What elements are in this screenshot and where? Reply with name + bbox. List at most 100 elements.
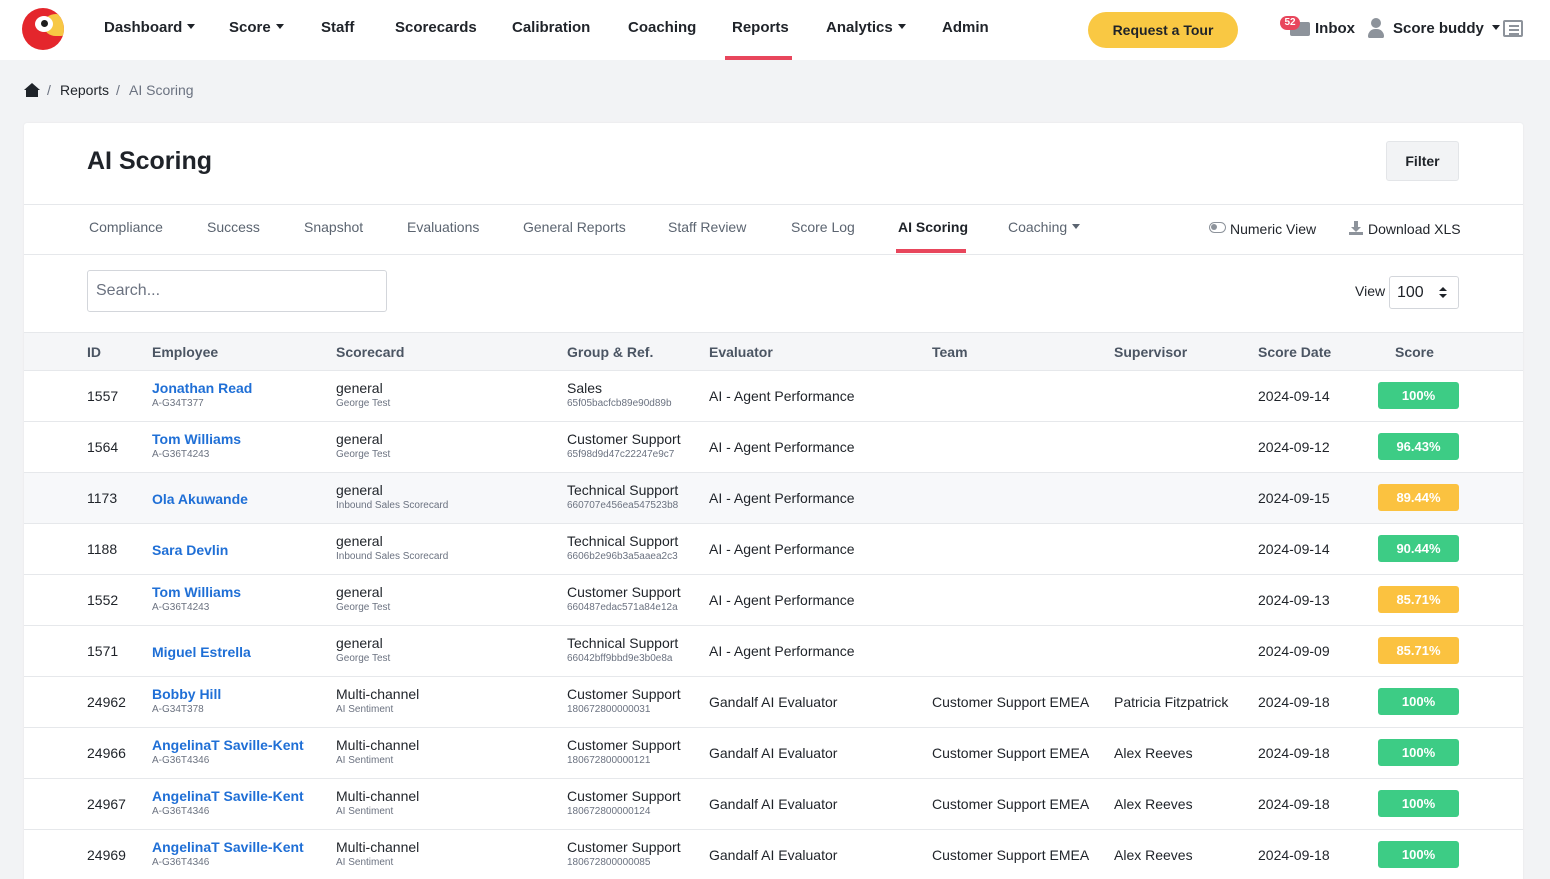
cell-group-ref: Customer Support 180672800000031: [567, 686, 681, 715]
employee-link[interactable]: AngelinaT Saville-Kent: [152, 839, 304, 855]
nav-reports[interactable]: Reports: [732, 0, 789, 60]
cell-evaluator: AI - Agent Performance: [709, 439, 855, 455]
employee-link[interactable]: AngelinaT Saville-Kent: [152, 737, 304, 753]
col-id[interactable]: ID: [87, 344, 101, 360]
cell-id: 1571: [87, 643, 119, 659]
table-row[interactable]: 1173 Ola Akuwande general Inbound Sales Sco…: [24, 473, 1523, 524]
table-row[interactable]: 1188 Sara Devlin general Inbound Sales Scor…: [24, 524, 1523, 575]
nav-scorecards[interactable]: Scorecards: [395, 0, 477, 60]
score-badge[interactable]: 100%: [1378, 382, 1459, 409]
score-badge[interactable]: 85.71%: [1378, 586, 1459, 613]
download-icon: [1349, 221, 1363, 235]
cell-group-ref: Technical Support 660707e456ea547523b8: [567, 482, 678, 511]
parrot-logo-icon[interactable]: [22, 8, 64, 50]
employee-link[interactable]: Ola Akuwande: [152, 491, 248, 507]
cell-evaluator: AI - Agent Performance: [709, 592, 855, 608]
cell-score-date: 2024-09-18: [1258, 796, 1330, 812]
cell-evaluator: Gandalf AI Evaluator: [709, 796, 838, 812]
employee-link[interactable]: Sara Devlin: [152, 542, 228, 558]
cell-supervisor: Patricia Fitzpatrick: [1114, 694, 1229, 710]
cell-group-ref: Technical Support 6606b2e96b3a5aaea2c3: [567, 533, 678, 562]
filter-button[interactable]: Filter: [1386, 141, 1459, 181]
score-badge[interactable]: 100%: [1378, 688, 1459, 715]
score-badge[interactable]: 90.44%: [1378, 535, 1459, 562]
nav-score[interactable]: Score: [229, 0, 284, 60]
list-view-icon[interactable]: [1503, 20, 1523, 37]
score-badge[interactable]: 89.44%: [1378, 484, 1459, 511]
tab-coaching[interactable]: Coaching: [1008, 205, 1081, 253]
employee-code: A-G34T377: [152, 398, 204, 409]
cell-scorecard: general Inbound Sales Scorecard: [336, 482, 448, 511]
scorecard-sub: George Test: [336, 449, 391, 460]
cell-team: Customer Support EMEA: [932, 796, 1090, 812]
score-badge[interactable]: 100%: [1378, 739, 1459, 766]
employee-link[interactable]: AngelinaT Saville-Kent: [152, 788, 304, 804]
col-team[interactable]: Team: [932, 344, 968, 360]
table-row[interactable]: 1571 Miguel Estrella general George Test Tec…: [24, 626, 1523, 677]
group-name: Customer Support: [567, 431, 681, 447]
tab-success[interactable]: Success: [207, 205, 260, 253]
tab-staff-review[interactable]: Staff Review: [668, 205, 746, 253]
score-badge[interactable]: 85.71%: [1378, 637, 1459, 664]
col-score-date[interactable]: Score Date: [1258, 344, 1331, 360]
cell-employee: AngelinaT Saville-Kent A-G36T4346: [152, 788, 304, 817]
score-badge[interactable]: 100%: [1378, 790, 1459, 817]
breadcrumb-reports[interactable]: Reports: [60, 82, 109, 98]
cell-group-ref: Technical Support 66042bff9bbd9e3b0e8a: [567, 635, 678, 664]
tab-score-log[interactable]: Score Log: [791, 205, 855, 253]
col-employee[interactable]: Employee: [152, 344, 218, 360]
table-row[interactable]: 24967 AngelinaT Saville-Kent A-G36T4346 Mul…: [24, 779, 1523, 830]
scorecard-name: general: [336, 380, 383, 396]
employee-link[interactable]: Tom Williams: [152, 584, 241, 600]
request-tour-button[interactable]: Request a Tour: [1088, 12, 1238, 48]
table-row[interactable]: 24969 AngelinaT Saville-Kent A-G36T4346 Mul…: [24, 830, 1523, 879]
col-score[interactable]: Score: [1395, 344, 1434, 360]
tab-general-reports[interactable]: General Reports: [523, 205, 626, 253]
group-ref: 66042bff9bbd9e3b0e8a: [567, 653, 673, 664]
employee-link[interactable]: Bobby Hill: [152, 686, 221, 702]
cell-id: 1557: [87, 388, 119, 404]
tab-active-indicator: [896, 249, 966, 253]
breadcrumb-current: AI Scoring: [129, 82, 194, 98]
cell-employee: Ola Akuwande: [152, 491, 248, 507]
tab-compliance[interactable]: Compliance: [89, 205, 163, 253]
group-name: Sales: [567, 380, 603, 396]
cell-id: 1188: [87, 541, 118, 557]
col-group-ref[interactable]: Group & Ref.: [567, 344, 653, 360]
page-size-select[interactable]: 100: [1389, 276, 1459, 309]
cell-employee: Miguel Estrella: [152, 644, 251, 660]
group-ref: 65f98d9d47c22247e9c7: [567, 449, 675, 460]
nav-analytics[interactable]: Analytics: [826, 0, 906, 60]
nav-staff[interactable]: Staff: [321, 0, 354, 60]
table-row[interactable]: 1564 Tom Williams A-G36T4243 general George …: [24, 422, 1523, 473]
tab-snapshot[interactable]: Snapshot: [304, 205, 363, 253]
cell-score-date: 2024-09-15: [1258, 490, 1330, 506]
cell-evaluator: Gandalf AI Evaluator: [709, 694, 838, 710]
score-badge[interactable]: 96.43%: [1378, 433, 1459, 460]
cell-employee: Bobby Hill A-G34T378: [152, 686, 221, 715]
col-supervisor[interactable]: Supervisor: [1114, 344, 1187, 360]
tab-ai-scoring[interactable]: AI Scoring: [898, 205, 968, 253]
tab-evaluations[interactable]: Evaluations: [407, 205, 479, 253]
table-row[interactable]: 1552 Tom Williams A-G36T4243 general George …: [24, 575, 1523, 626]
col-scorecard[interactable]: Scorecard: [336, 344, 404, 360]
table-row[interactable]: 1557 Jonathan Read A-G34T377 general George …: [24, 371, 1523, 422]
chevron-down-icon: [897, 23, 906, 29]
home-icon[interactable]: [24, 83, 40, 97]
employee-link[interactable]: Tom Williams: [152, 431, 241, 447]
table-row[interactable]: 24966 AngelinaT Saville-Kent A-G36T4346 Mul…: [24, 728, 1523, 779]
nav-dashboard[interactable]: Dashboard: [104, 0, 196, 60]
nav-coaching[interactable]: Coaching: [628, 0, 696, 60]
score-badge[interactable]: 100%: [1378, 841, 1459, 868]
cell-group-ref: Sales 65f05bacfcb89e90d89b: [567, 380, 672, 409]
user-name: Score buddy: [1393, 20, 1484, 37]
employee-link[interactable]: Jonathan Read: [152, 380, 252, 396]
nav-admin[interactable]: Admin: [942, 0, 989, 60]
col-evaluator[interactable]: Evaluator: [709, 344, 773, 360]
scorecard-sub: AI Sentiment: [336, 806, 394, 817]
nav-calibration[interactable]: Calibration: [512, 0, 590, 60]
employee-link[interactable]: Miguel Estrella: [152, 644, 251, 660]
table-row[interactable]: 24962 Bobby Hill A-G34T378 Multi-channel AI …: [24, 677, 1523, 728]
search-input[interactable]: [87, 270, 387, 312]
employee-code: A-G36T4346: [152, 857, 210, 868]
